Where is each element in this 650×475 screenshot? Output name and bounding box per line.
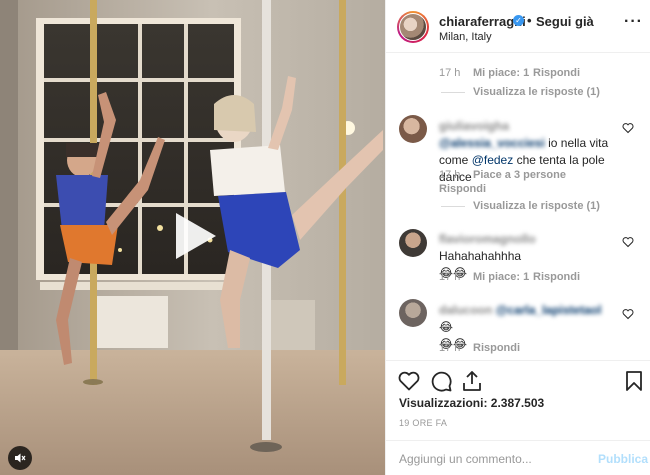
comment-mention[interactable]: @carla_lapistetaol: [496, 303, 602, 317]
heart-icon[interactable]: [622, 236, 634, 248]
comment-likes[interactable]: Piace a 3 persone: [473, 169, 566, 181]
comment-time[interactable]: 17 h: [439, 271, 460, 283]
commenter-avatar[interactable]: [399, 299, 427, 327]
replies-divider: [441, 206, 465, 207]
replies-divider: [441, 92, 465, 93]
comment-reply-button[interactable]: Rispondi: [533, 67, 580, 79]
view-count[interactable]: Visualizzazioni: 2.387.503: [399, 396, 544, 410]
post-location[interactable]: Milan, Italy: [439, 31, 492, 43]
comment-icon[interactable]: [429, 369, 453, 393]
comments-list: 17 h Mi piace: 1 Rispondi Visualizza le …: [386, 53, 650, 359]
publish-button[interactable]: Pubblica: [598, 452, 648, 466]
video-player[interactable]: [0, 0, 385, 475]
comment-time[interactable]: 17 h: [439, 67, 460, 79]
comment-reply-button[interactable]: Rispondi: [439, 183, 486, 195]
commenter-username[interactable]: giuliavoigha: [439, 119, 509, 133]
author-avatar[interactable]: [397, 11, 429, 43]
comment-likes[interactable]: Mi piace: 1: [473, 67, 529, 79]
comment-mention[interactable]: @alessia_vocciesi: [439, 136, 545, 150]
share-icon[interactable]: [460, 369, 484, 393]
commenter-username[interactable]: dalucoon: [439, 303, 492, 317]
comment-time[interactable]: 17 h: [439, 169, 460, 181]
view-replies-button[interactable]: Visualizza le risposte (1): [473, 200, 600, 212]
comment-text: Hahahahahhha: [439, 249, 522, 263]
comment-body: dalucoon @carla_lapistetaol 😂 😂😂: [439, 302, 614, 353]
post-actions-bar: [386, 360, 650, 400]
play-icon[interactable]: [168, 211, 218, 261]
add-comment-bar: Pubblica: [386, 440, 650, 475]
more-options-icon[interactable]: ···: [624, 13, 643, 31]
speaker-muted-icon[interactable]: [8, 446, 32, 470]
heart-icon[interactable]: [622, 122, 634, 134]
following-button[interactable]: Segui già: [536, 14, 594, 29]
comment-reply-button[interactable]: Rispondi: [473, 342, 520, 354]
separator-dot: •: [527, 13, 532, 28]
comment-time[interactable]: 17 h: [439, 342, 460, 354]
heart-icon[interactable]: [397, 369, 421, 393]
comment-reply-button[interactable]: Rispondi: [533, 271, 580, 283]
heart-icon[interactable]: [622, 308, 634, 320]
post-sidebar: chiaraferragni ✓ • Segui già Milan, Ital…: [385, 0, 650, 475]
bookmark-icon[interactable]: [622, 369, 646, 393]
post-header: chiaraferragni ✓ • Segui già Milan, Ital…: [386, 0, 650, 53]
laughing-emoji-icon: 😂: [439, 320, 454, 334]
commenter-username[interactable]: flavioromagnollo: [439, 232, 536, 246]
view-replies-button[interactable]: Visualizza le risposte (1): [473, 86, 600, 98]
comment-input[interactable]: [399, 449, 589, 469]
verified-badge-icon: ✓: [513, 15, 524, 26]
comment-mention[interactable]: @fedez: [472, 153, 514, 167]
comment-likes[interactable]: Mi piace: 1: [473, 271, 529, 283]
commenter-avatar[interactable]: [399, 229, 427, 257]
commenter-avatar[interactable]: [399, 115, 427, 143]
post-timestamp[interactable]: 19 ORE FA: [399, 418, 447, 428]
